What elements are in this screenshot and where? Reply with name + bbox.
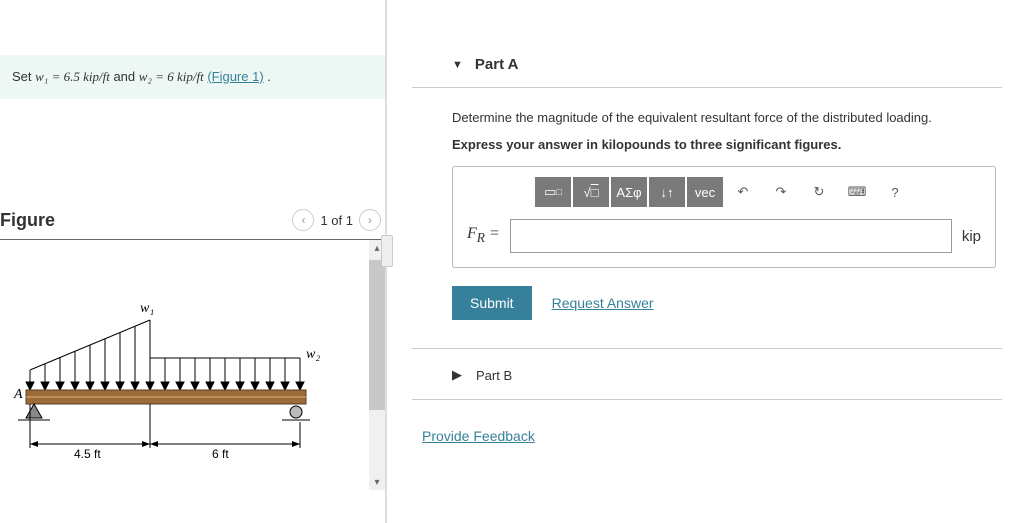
keyboard-button[interactable]: ⌨ xyxy=(839,177,875,207)
reset-button[interactable]: ↻ xyxy=(801,177,837,207)
part-a-instruction: Express your answer in kilopounds to thr… xyxy=(452,137,996,152)
vector-button[interactable]: vec xyxy=(687,177,723,207)
provide-feedback-link[interactable]: Provide Feedback xyxy=(422,428,535,444)
part-a-question: Determine the magnitude of the equivalen… xyxy=(452,110,996,125)
part-a-title: Part A xyxy=(475,56,519,73)
label-w1: w₁ xyxy=(140,301,154,316)
answer-input[interactable] xyxy=(510,219,952,253)
figure-canvas: w₁ w₂ A 4.5 ft 6 ft ▴ xyxy=(0,240,385,490)
figure-title: Figure xyxy=(0,210,55,231)
equation-toolbar: ▭□ √□ ΑΣφ ↓↑ vec ↶ ↷ ↻ ⌨ ? xyxy=(467,177,981,207)
prompt-w2: w₂ = 6 kip/ft xyxy=(139,69,204,84)
submit-button[interactable]: Submit xyxy=(452,286,532,320)
pane-divider[interactable] xyxy=(385,0,387,523)
prompt-suffix: . xyxy=(267,69,271,84)
request-answer-link[interactable]: Request Answer xyxy=(552,295,654,311)
variable-label: FR = xyxy=(467,225,500,246)
scroll-down-icon[interactable]: ▾ xyxy=(369,474,385,490)
figure-prev-button[interactable]: ‹ xyxy=(292,209,314,231)
dim-1: 4.5 ft xyxy=(74,447,101,461)
label-w2: w₂ xyxy=(306,347,320,362)
part-a-header[interactable]: ▼ Part A xyxy=(412,40,1002,88)
label-A: A xyxy=(13,387,23,402)
part-b-header[interactable]: ▶ Part B xyxy=(412,348,1002,400)
problem-statement: Set w₁ = 6.5 kip/ft and w₂ = 6 kip/ft (F… xyxy=(0,55,385,99)
answer-box: ▭□ √□ ΑΣφ ↓↑ vec ↶ ↷ ↻ ⌨ ? FR = kip xyxy=(452,166,996,268)
part-b-title: Part B xyxy=(476,368,512,383)
prompt-w1: w₁ = 6.5 kip/ft xyxy=(35,69,110,84)
sqrt-button[interactable]: √□ xyxy=(573,177,609,207)
scroll-thumb[interactable] xyxy=(369,260,385,410)
prompt-prefix: Set xyxy=(12,69,35,84)
figure-pager: ‹ 1 of 1 › xyxy=(292,209,381,231)
unit-label: kip xyxy=(962,228,981,245)
redo-button[interactable]: ↷ xyxy=(763,177,799,207)
caret-down-icon: ▼ xyxy=(452,59,463,71)
figure-next-button[interactable]: › xyxy=(359,209,381,231)
figure-link[interactable]: (Figure 1) xyxy=(207,69,263,84)
figure-page-count: 1 of 1 xyxy=(320,213,353,228)
dim-2: 6 ft xyxy=(212,447,229,461)
prompt-mid: and xyxy=(113,69,138,84)
undo-button[interactable]: ↶ xyxy=(725,177,761,207)
caret-right-icon: ▶ xyxy=(452,367,462,383)
subscript-button[interactable]: ↓↑ xyxy=(649,177,685,207)
templates-button[interactable]: ▭□ xyxy=(535,177,571,207)
help-button[interactable]: ? xyxy=(877,177,913,207)
greek-button[interactable]: ΑΣφ xyxy=(611,177,647,207)
figure-scrollbar[interactable]: ▴ ▾ xyxy=(369,240,385,490)
